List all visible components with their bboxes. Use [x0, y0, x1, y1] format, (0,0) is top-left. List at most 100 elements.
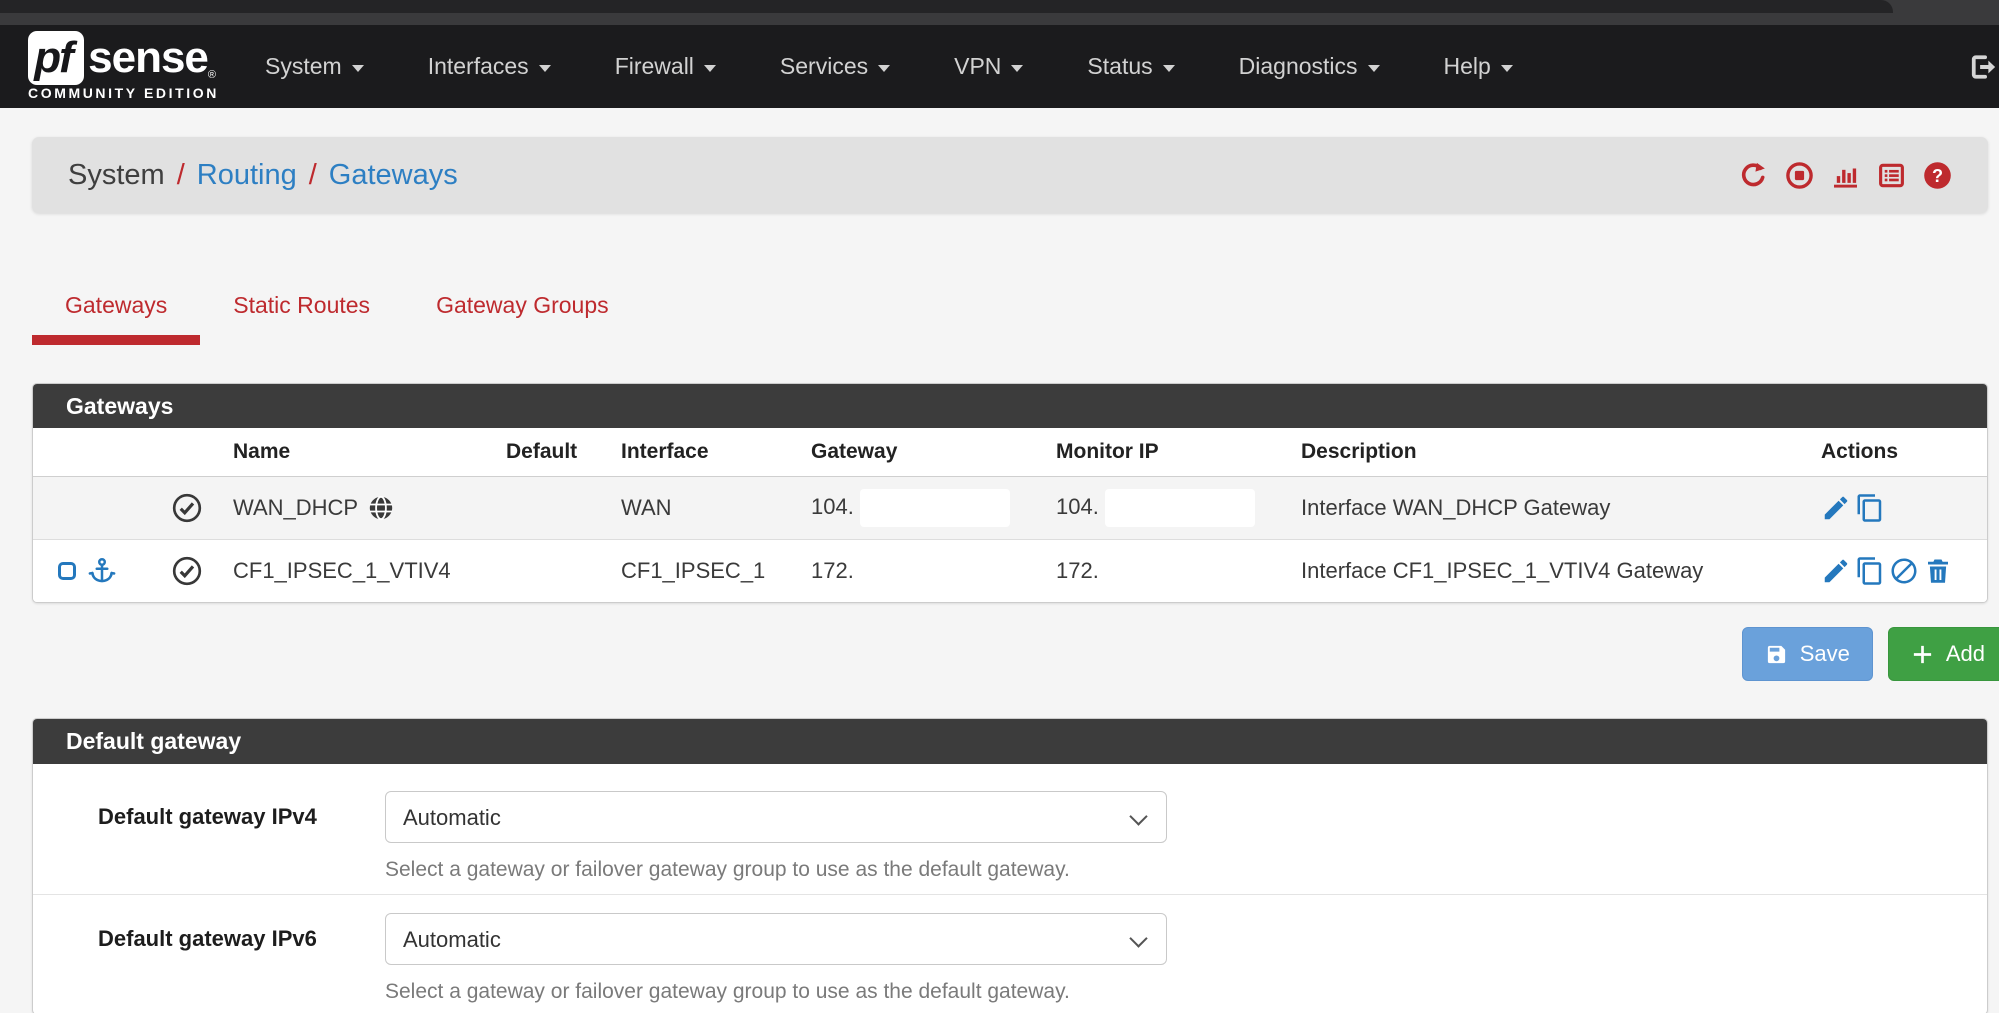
table-row-wan-dhcp: WAN_DHCP WAN — [33, 476, 1988, 539]
save-button[interactable]: Save — [1742, 627, 1873, 681]
chevron-down-icon — [704, 65, 716, 72]
col-monitor-ip: Monitor IP — [1048, 428, 1293, 476]
nav-item-firewall-label: Firewall — [615, 53, 694, 80]
edit-icon[interactable] — [1821, 556, 1851, 586]
nav-item-services[interactable]: Services — [748, 25, 922, 108]
copy-icon[interactable] — [1855, 556, 1885, 586]
plus-icon — [1911, 643, 1934, 666]
breadcrumb-bar: System / Routing / Gateways — [32, 137, 1988, 213]
nav-item-firewall[interactable]: Firewall — [583, 25, 748, 108]
page-content: System / Routing / Gateways — [32, 137, 1988, 1013]
default-gateway-ipv6-help: Select a gateway or failover gateway gro… — [385, 980, 1167, 1004]
copy-icon[interactable] — [1855, 493, 1885, 523]
gateway-name-cell: WAN_DHCP — [225, 476, 498, 539]
gateway-address-cell: 172. — [803, 539, 1048, 602]
gateways-table: Name Default Interface Gateway Monitor I… — [33, 428, 1988, 602]
col-leading — [33, 428, 163, 476]
pfsense-gateways-screen: pf sense ® COMMUNITY EDITION System Inte… — [0, 0, 1999, 1013]
table-row-cf1-ipsec: CF1_IPSEC_1_VTIV4 CF1_IPSEC_1 172. 172. … — [33, 539, 1988, 602]
routing-tabs: Gateways Static Routes Gateway Groups — [32, 293, 1988, 345]
breadcrumb-gateways-link[interactable]: Gateways — [329, 159, 458, 192]
main-menu: System Interfaces Firewall Services VPN … — [233, 25, 1545, 108]
chevron-down-icon — [1501, 65, 1513, 72]
col-gateway: Gateway — [803, 428, 1048, 476]
monitor-ip: 172. — [1056, 558, 1099, 583]
nav-item-status-label: Status — [1087, 53, 1152, 80]
actions-cell — [1813, 476, 1988, 539]
disable-icon[interactable] — [1889, 556, 1919, 586]
chevron-down-icon — [878, 65, 890, 72]
top-navbar: pf sense ® COMMUNITY EDITION System Inte… — [0, 25, 1999, 108]
monitor-ip-cell: 172. — [1048, 539, 1293, 602]
edit-icon[interactable] — [1821, 493, 1851, 523]
default-gateway-panel-title: Default gateway — [33, 719, 1987, 764]
add-button[interactable]: Add — [1888, 627, 1999, 681]
chart-icon[interactable] — [1831, 161, 1860, 190]
pfsense-logo-sense-text: sense — [88, 33, 208, 83]
row-leading-cell — [33, 539, 163, 602]
gateway-address-cell: 104. — [803, 476, 1048, 539]
col-interface: Interface — [613, 428, 803, 476]
col-name: Name — [225, 428, 498, 476]
redaction-box — [860, 489, 1010, 527]
col-description: Description — [1293, 428, 1813, 476]
gateway-address: 104. — [811, 493, 854, 518]
default-gateway-panel: Default gateway Default gateway IPv4 Aut… — [32, 718, 1988, 1013]
gateway-name-cell: CF1_IPSEC_1_VTIV4 — [225, 539, 498, 602]
refresh-icon[interactable] — [1739, 161, 1768, 190]
sign-out-icon[interactable] — [1967, 52, 1997, 82]
chevron-down-icon — [539, 65, 551, 72]
default-gateway-ipv4-row: Default gateway IPv4 Automatic Select a … — [33, 764, 1987, 894]
row-leading-cell — [33, 476, 163, 539]
chevron-down-icon — [352, 65, 364, 72]
default-gateway-ipv6-select[interactable]: Automatic — [385, 913, 1167, 965]
nav-item-diagnostics-label: Diagnostics — [1239, 53, 1358, 80]
svg-text:?: ? — [1932, 165, 1943, 185]
breadcrumb-actions: ? — [1739, 161, 1952, 190]
help-icon[interactable]: ? — [1923, 161, 1952, 190]
window-chrome-tab — [0, 0, 1893, 13]
stop-icon[interactable] — [1785, 161, 1814, 190]
nav-item-help[interactable]: Help — [1412, 25, 1545, 108]
save-button-label: Save — [1800, 641, 1850, 667]
breadcrumb-separator: / — [177, 159, 185, 192]
default-gateway-ipv4-help: Select a gateway or failover gateway gro… — [385, 858, 1167, 882]
col-status — [163, 428, 225, 476]
interface-cell: WAN — [613, 476, 803, 539]
log-list-icon[interactable] — [1877, 161, 1906, 190]
actions-cell — [1813, 539, 1988, 602]
chevron-down-icon — [1368, 65, 1380, 72]
nav-item-system[interactable]: System — [233, 25, 396, 108]
nav-item-vpn[interactable]: VPN — [922, 25, 1055, 108]
col-actions: Actions — [1813, 428, 1988, 476]
tab-gateways[interactable]: Gateways — [32, 293, 200, 345]
add-button-label: Add — [1946, 641, 1985, 667]
delete-icon[interactable] — [1923, 556, 1953, 586]
gateway-name: CF1_IPSEC_1_VTIV4 — [233, 558, 451, 584]
table-buttons: Save Add — [32, 627, 1988, 681]
default-gateway-ipv4-label: Default gateway IPv4 — [98, 791, 353, 830]
nav-item-status[interactable]: Status — [1055, 25, 1206, 108]
nav-item-diagnostics[interactable]: Diagnostics — [1207, 25, 1412, 108]
gateways-panel-title: Gateways — [33, 384, 1987, 428]
default-cell — [498, 476, 613, 539]
chevron-down-icon — [1011, 65, 1023, 72]
gateway-address: 172. — [811, 558, 854, 583]
tab-static-routes[interactable]: Static Routes — [200, 293, 403, 345]
nav-item-vpn-label: VPN — [954, 53, 1001, 80]
pfsense-logo-pf-box: pf — [28, 31, 84, 85]
default-gateway-ipv6-row: Default gateway IPv6 Automatic Select a … — [33, 894, 1987, 1013]
default-gateway-ipv4-select-wrap: Automatic — [385, 791, 1167, 843]
default-cell — [498, 539, 613, 602]
default-gateway-ipv4-select[interactable]: Automatic — [385, 791, 1167, 843]
save-floppy-icon — [1765, 643, 1788, 666]
check-circle-icon — [171, 555, 225, 587]
breadcrumb-routing-link[interactable]: Routing — [197, 159, 297, 192]
default-gateway-ipv6-label: Default gateway IPv6 — [98, 913, 353, 952]
description-cell: Interface CF1_IPSEC_1_VTIV4 Gateway — [1293, 539, 1813, 602]
tab-gateway-groups[interactable]: Gateway Groups — [403, 293, 642, 345]
pfsense-logo[interactable]: pf sense ® COMMUNITY EDITION — [28, 31, 216, 103]
interface-cell: CF1_IPSEC_1 — [613, 539, 803, 602]
nav-item-interfaces[interactable]: Interfaces — [396, 25, 583, 108]
nav-item-help-label: Help — [1444, 53, 1491, 80]
